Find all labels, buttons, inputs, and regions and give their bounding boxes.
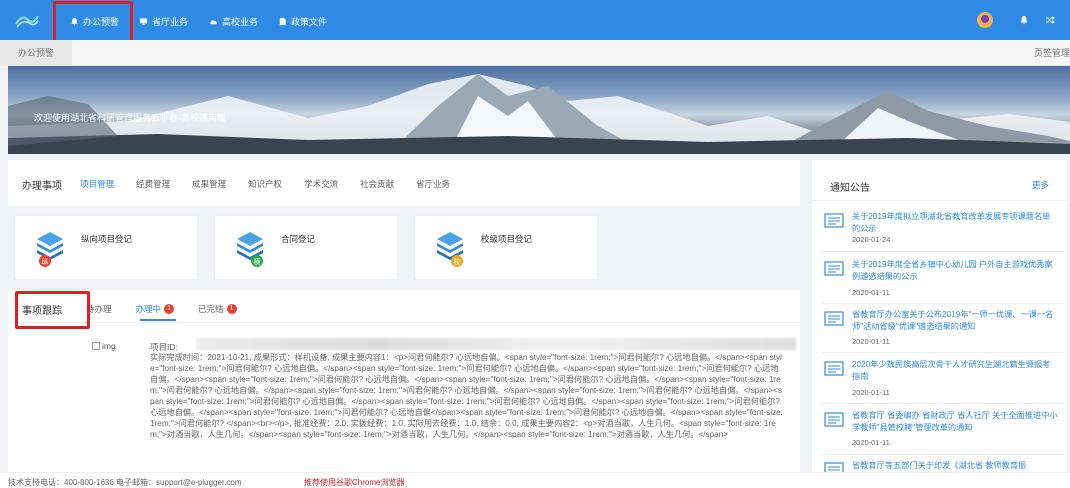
highlight-box	[53, 1, 133, 45]
notice-divider	[822, 352, 1064, 353]
tab-project-management[interactable]: 项目管理	[80, 178, 114, 190]
message-icon	[824, 213, 844, 228]
stack-layers-icon: 校	[437, 232, 463, 267]
notice-date: 2020-01-24	[852, 235, 891, 244]
notice-title[interactable]: 关于2019年度全省乡镇中心幼儿园 户外自主游戏优秀案例遴选结果的公示	[852, 259, 1058, 282]
tab-academic-exchange[interactable]: 学术交流	[304, 178, 338, 190]
tab-social-contribution[interactable]: 社会贡献	[360, 178, 394, 190]
notice-title[interactable]: 省教育厅办公室关于公布2019年"一师一优课、一课一名师"活动省级"优课"遴选结…	[852, 309, 1058, 332]
image-alt-text: img	[102, 341, 116, 351]
nav-province-business[interactable]: 省厅业务	[139, 14, 188, 28]
notice-divider	[822, 251, 1064, 252]
stack-layers-icon: 横	[237, 232, 263, 267]
tasks-heading: 办理事项	[22, 180, 62, 192]
banner-welcome-text: 欢迎使用湖北省科研管理服务云平台-高校通用版	[34, 113, 226, 123]
tab-label: 已完结	[198, 304, 224, 314]
card-label: 合同登记	[281, 234, 316, 244]
card-badge-text: 校	[454, 257, 461, 266]
item-detail-text: 实际完成时间：2021-10-21, 成果形式：样机设备, 成果主要内容1：<p…	[150, 353, 783, 439]
tab-completed[interactable]: 已完结 1	[198, 303, 237, 315]
browser-recommendation: 推荐使用谷歌Chrome浏览器	[304, 478, 405, 487]
notice-title[interactable]: 省教育厅等五部门关于印发《湖北省 教师教育振	[852, 460, 1058, 472]
notice-date: 2020-01-11	[852, 438, 890, 447]
shuffle-icon[interactable]	[1045, 15, 1055, 25]
mountain-landscape-image	[8, 74, 1070, 154]
notice-title[interactable]: 省教育厅 省委编办 省财政厅 省人社厅 关于全面推进中小学教师"县管校聘"管理改…	[852, 410, 1058, 433]
support-contact: 技术支持电话：400-800-1636 电子邮箱：support@e-plugg…	[8, 478, 242, 487]
notice-date: 2020-01-11	[852, 388, 890, 397]
nav-label: 政策文件	[291, 16, 328, 27]
card-contract-registration[interactable]: 横 合同登记	[214, 215, 398, 280]
notice-item[interactable]: 省教育厅 省委编办 省财政厅 省人社厅 关于全面推进中小学教师"县管校聘"管理改…	[822, 410, 1064, 452]
footer: 技术支持电话：400-800-1636 电子邮箱：support@e-plugg…	[0, 472, 1070, 488]
notice-date: 2020-01-11	[852, 337, 890, 346]
notice-item[interactable]: 省教育厅等五部门关于印发《湖北省 教师教育振	[822, 460, 1064, 472]
stack-layers-icon: 纵	[37, 232, 63, 267]
card-badge-text: 纵	[42, 258, 49, 266]
user-avatar[interactable]	[977, 12, 993, 28]
nav-university-business[interactable]: 高校业务	[209, 14, 258, 28]
task-tabs: 办理事项 项目管理 经费管理 成果管理 知识产权 学术交流 社会贡献 省厅业务	[22, 176, 472, 192]
card-school-project-registration[interactable]: 校 校级项目登记	[414, 215, 598, 280]
notice-item[interactable]: 省教育厅办公室关于公布2019年"一师一优课、一课一名师"活动省级"优课"遴选结…	[822, 309, 1064, 351]
message-icon	[824, 412, 844, 427]
tab-in-progress[interactable]: 办理中 1	[136, 303, 175, 315]
redacted-text	[196, 338, 796, 350]
notice-title[interactable]: 2020年少数民族高层次骨干人才研究生湖北籍生源报考指南	[852, 359, 1058, 382]
tab-strip: 办公预警 页签管理	[0, 40, 1070, 66]
notice-divider	[822, 403, 1064, 404]
message-icon	[824, 462, 844, 472]
nav-label: 高校业务	[222, 16, 259, 27]
notice-divider	[822, 303, 1064, 304]
nav-label: 省厅业务	[152, 16, 189, 27]
tab-achievement-management[interactable]: 成果管理	[192, 178, 226, 190]
tracking-divider	[8, 322, 800, 323]
more-link[interactable]: 更多	[1032, 179, 1049, 191]
tab-province-business[interactable]: 省厅业务	[416, 178, 450, 190]
card-label: 纵向项目登记	[81, 234, 133, 244]
notice-title[interactable]: 关于2019年度拟立项湖北省教育改革发展专项课题名单的公示	[852, 211, 1058, 234]
tab-office-warning[interactable]: 办公预警	[0, 40, 73, 66]
tab-intellectual-property[interactable]: 知识产权	[248, 178, 282, 190]
notification-bell-icon[interactable]	[1019, 15, 1029, 25]
card-vertical-project-registration[interactable]: 纵 纵向项目登记	[14, 215, 198, 280]
tab-label: 办理中	[135, 304, 162, 314]
notice-item[interactable]: 关于2019年度拟立项湖北省教育改革发展专项课题名单的公示 2020-01-24	[822, 211, 1064, 251]
highlight-box	[15, 291, 90, 329]
cloud-icon	[210, 19, 218, 24]
monitor-icon	[139, 17, 148, 25]
notice-date: 2020-01-11	[852, 288, 890, 297]
broken-image-icon	[92, 342, 100, 350]
notice-header-divider	[812, 200, 1066, 201]
message-icon	[824, 361, 844, 376]
count-badge: 1	[226, 304, 237, 314]
count-badge: 1	[164, 304, 175, 314]
welcome-banner: 欢迎使用湖北省科研管理服务云平台-高校通用版	[8, 66, 1070, 154]
app-logo-icon[interactable]	[14, 10, 40, 30]
tab-management-link[interactable]: 页签管理	[1034, 40, 1070, 66]
nav-policy-files[interactable]: 政策文件	[278, 14, 327, 28]
active-tab-indicator	[140, 319, 176, 321]
notice-divider	[822, 454, 1064, 455]
message-icon	[824, 261, 844, 276]
file-icon	[279, 17, 286, 25]
top-navbar: 办公预警 省厅业务 高校业务 政策文件	[0, 0, 1070, 40]
message-icon	[824, 311, 844, 326]
broken-image: img	[92, 341, 116, 351]
notice-item[interactable]: 关于2019年度全省乡镇中心幼儿园 户外自主游戏优秀案例遴选结果的公示 2020…	[822, 259, 1064, 301]
tab-funding-management[interactable]: 经费管理	[136, 178, 170, 190]
card-badge-text: 横	[254, 257, 261, 266]
notice-heading: 通知公告	[830, 183, 870, 194]
notice-item[interactable]: 2020年少数民族高层次骨干人才研究生湖北籍生源报考指南 2020-01-11	[822, 359, 1064, 401]
card-label: 校级项目登记	[481, 234, 533, 244]
